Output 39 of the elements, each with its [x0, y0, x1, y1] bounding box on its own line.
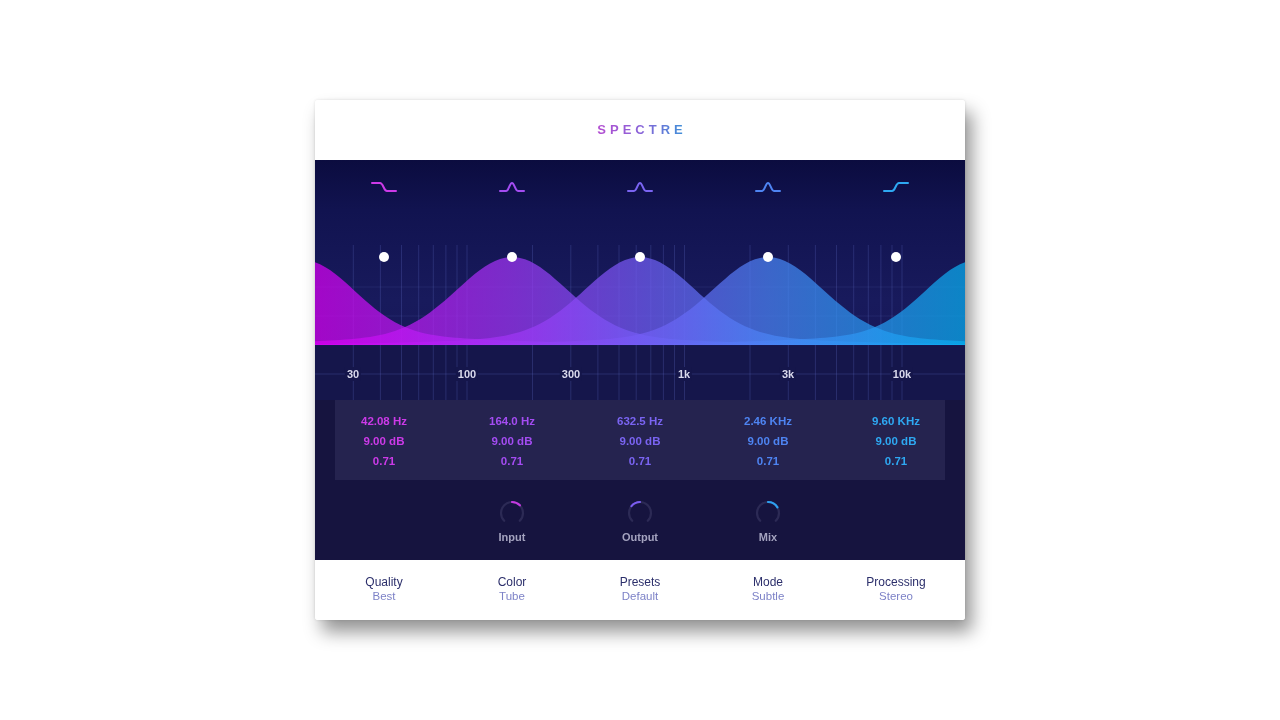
- band-handle[interactable]: [891, 252, 901, 262]
- setting-selector[interactable]: Mode Subtle: [704, 560, 832, 620]
- bell-curve-icon[interactable]: [627, 181, 653, 193]
- band-q[interactable]: 0.71: [628, 451, 652, 471]
- frequency-axis-label: 100: [455, 367, 479, 381]
- band-frequency[interactable]: 2.46 KHz: [744, 411, 792, 431]
- band-handle[interactable]: [379, 252, 389, 262]
- step-up-curve-icon[interactable]: [883, 181, 909, 193]
- setting-selector[interactable]: Processing Stereo: [832, 560, 960, 620]
- band-q[interactable]: 0.71: [884, 451, 908, 471]
- band-gain[interactable]: 9.00 dB: [363, 431, 405, 451]
- band-handle[interactable]: [507, 252, 517, 262]
- band-q[interactable]: 0.71: [756, 451, 780, 471]
- band-q[interactable]: 0.71: [500, 451, 524, 471]
- frequency-axis-label: 10k: [890, 367, 914, 381]
- bell-curve-icon[interactable]: [755, 181, 781, 193]
- frequency-axis-label: 30: [344, 367, 362, 381]
- band-handle[interactable]: [763, 252, 773, 262]
- knob-label: Mix: [758, 530, 778, 544]
- band-gain[interactable]: 9.00 dB: [491, 431, 533, 451]
- knob-label: Input: [498, 530, 526, 544]
- setting-selector[interactable]: Presets Default: [576, 560, 704, 620]
- frequency-axis-label: 300: [559, 367, 583, 381]
- frequency-axis-label: 1k: [675, 367, 693, 381]
- setting-selector[interactable]: Quality Best: [320, 560, 448, 620]
- frequency-axis-label: 3k: [779, 367, 797, 381]
- setting-selector[interactable]: Color Tube: [448, 560, 576, 620]
- band-gain[interactable]: 9.00 dB: [875, 431, 917, 451]
- knob-label: Output: [621, 530, 658, 544]
- band-q[interactable]: 0.71: [372, 451, 396, 471]
- step-down-curve-icon[interactable]: [371, 181, 397, 193]
- bell-curve-icon[interactable]: [499, 181, 525, 193]
- band-frequency[interactable]: 9.60 KHz: [872, 411, 920, 431]
- band-frequency[interactable]: 164.0 Hz: [489, 411, 535, 431]
- band-frequency[interactable]: 42.08 Hz: [361, 411, 407, 431]
- band-gain[interactable]: 9.00 dB: [747, 431, 789, 451]
- band-handle[interactable]: [635, 252, 645, 262]
- band-frequency[interactable]: 632.5 Hz: [617, 411, 663, 431]
- band-gain[interactable]: 9.00 dB: [619, 431, 661, 451]
